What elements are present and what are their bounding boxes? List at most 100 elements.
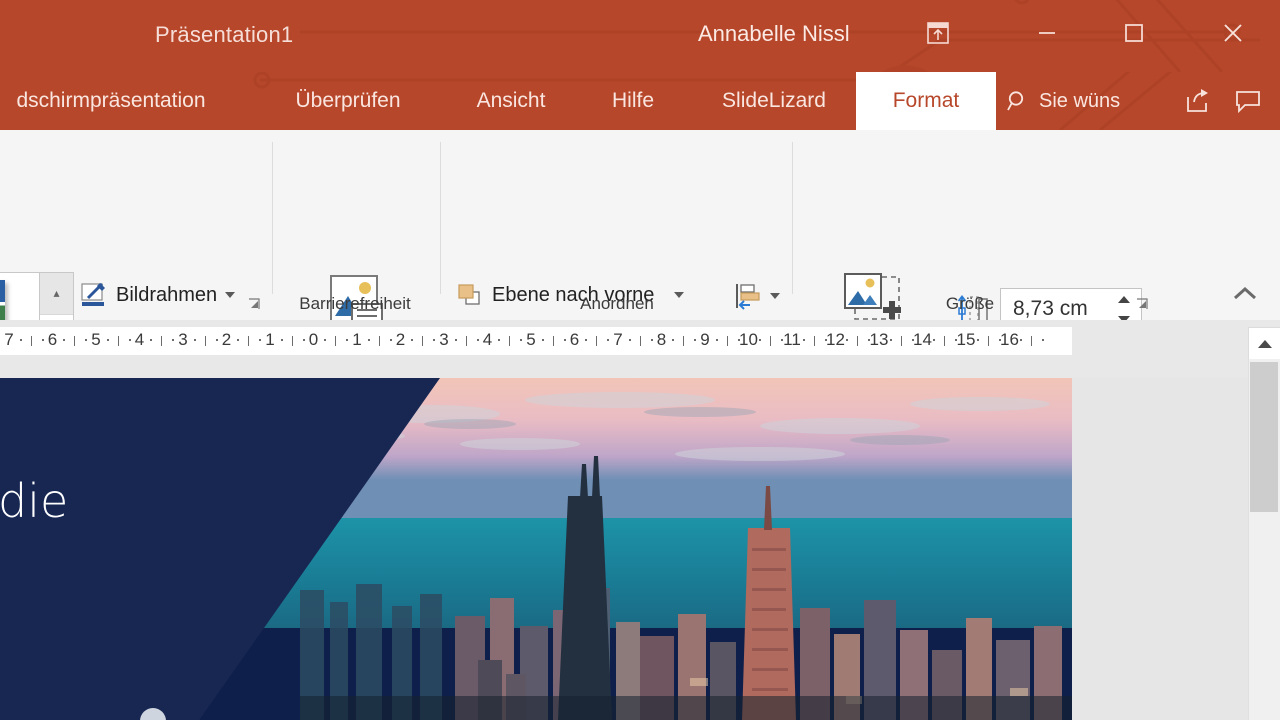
ruler-major-tick <box>422 336 424 346</box>
ruler-minor-tick <box>302 339 305 341</box>
ruler-minor-tick <box>694 339 697 341</box>
ruler-minor-tick <box>802 339 805 341</box>
chevron-down-icon[interactable] <box>225 292 236 298</box>
ruler-minor-tick <box>628 339 631 341</box>
ruler-tick-label: 16 <box>1000 330 1019 349</box>
ruler-minor-tick <box>85 339 88 341</box>
ruler-minor-tick <box>454 339 457 341</box>
ruler-tick-label: 9 <box>700 330 710 349</box>
ruler-minor-tick <box>1042 339 1045 341</box>
ruler-major-tick <box>117 336 119 346</box>
ruler-minor-tick <box>759 339 762 341</box>
tab-label: Überprüfen <box>295 89 401 112</box>
group-label-groesse: Größe <box>945 294 995 313</box>
ruler-minor-tick <box>715 339 718 341</box>
ruler-tick-label: 5 <box>91 330 101 349</box>
ruler-major-tick <box>378 336 380 346</box>
ruler-minor-tick <box>324 339 327 341</box>
ruler-minor-tick <box>150 339 153 341</box>
ruler-major-tick <box>683 336 685 346</box>
close-icon <box>1224 24 1242 42</box>
tell-me-search-box[interactable]: Sie wüns <box>1006 72 1120 130</box>
ruler-major-tick <box>465 336 467 346</box>
ruler-major-tick <box>987 336 989 346</box>
ruler-minor-tick <box>955 339 958 341</box>
comments-icon <box>1236 91 1260 114</box>
ruler-tick-label: 2 <box>221 330 232 349</box>
ruler-tick-label: 13 <box>869 330 889 349</box>
ruler-tick-label: 3 <box>178 330 188 349</box>
tab-ansicht[interactable]: Ansicht <box>456 72 566 130</box>
ruler-minor-tick <box>19 339 22 341</box>
tab-bildschirmpraesentation[interactable]: dschirmpräsentation <box>0 72 230 130</box>
ruler-minor-tick <box>389 339 392 341</box>
ruler-minor-tick <box>172 339 175 341</box>
tell-me-placeholder: Sie wüns <box>1039 89 1121 112</box>
ribbon-display-icon <box>927 22 949 44</box>
ruler-minor-tick <box>911 339 914 341</box>
ruler-minor-tick <box>650 339 653 341</box>
group-label-barrierefreiheit: Barrierefreiheit <box>299 294 411 313</box>
slide[interactable]: die <box>0 378 1072 720</box>
restore-button[interactable] <box>1109 8 1159 58</box>
ruler-tick-label: 1 <box>352 330 362 349</box>
ruler-major-tick <box>1031 336 1033 346</box>
vertical-scrollbar-thumb[interactable] <box>1250 362 1278 512</box>
chevron-up-icon <box>1233 286 1257 300</box>
ruler-tick-label: 7 <box>613 330 623 349</box>
ruler-minor-tick <box>563 339 566 341</box>
ruler-tick-label: 12 <box>826 330 845 349</box>
restore-icon <box>1125 24 1143 42</box>
document-title: Präsentation1 <box>155 22 294 47</box>
ribbon-tab-strip: dschirmpräsentation Überprüfen Ansicht H… <box>0 72 1280 130</box>
tab-label: Ansicht <box>476 89 546 112</box>
ruler-minor-tick <box>367 339 370 341</box>
ruler-minor-tick <box>433 339 436 341</box>
ruler-minor-tick <box>41 339 44 341</box>
minimize-button[interactable] <box>1022 8 1072 58</box>
ruler-minor-tick <box>128 339 131 341</box>
ruler-tick-label: 11 <box>783 330 801 349</box>
scroll-up-button[interactable] <box>1248 327 1280 361</box>
ruler-major-tick <box>944 336 946 346</box>
ruler-tick-label: 0 <box>308 330 319 349</box>
ruler-minor-tick <box>933 339 936 341</box>
slide-title-text[interactable]: die <box>0 474 68 528</box>
picture-border-button[interactable]: Bildrahmen <box>76 275 239 315</box>
ruler-tick-label: 2 <box>395 330 406 349</box>
tab-format[interactable]: Format <box>856 72 996 130</box>
ruler-major-tick <box>335 336 337 346</box>
ruler-major-tick <box>596 336 598 346</box>
picture-styles-dialog-launcher[interactable] <box>246 296 262 312</box>
spinner-up-icon[interactable] <box>1118 295 1130 303</box>
horizontal-ruler[interactable]: 7 6 5 4 3 2 1 0 1 2 3 4 5 6 7 8 9 10 11 12 13 14 15 16 <box>0 327 1072 355</box>
tab-ueberpruefen[interactable]: Überprüfen <box>272 72 424 130</box>
group-label-anordnen: Anordnen <box>580 294 654 313</box>
collapse-ribbon-button[interactable] <box>1232 285 1258 308</box>
ruler-minor-tick <box>280 339 283 341</box>
tab-slidelizard[interactable]: SlideLizard <box>700 72 848 130</box>
dialog-launcher-icon <box>1137 298 1148 309</box>
ruler-tick-label: 14 <box>913 330 932 349</box>
ruler-minor-tick <box>607 339 610 341</box>
ruler-minor-tick <box>846 339 849 341</box>
ruler-major-tick <box>509 336 511 346</box>
ruler-minor-tick <box>520 339 523 341</box>
ribbon-display-options-button[interactable] <box>913 8 963 58</box>
close-button[interactable] <box>1208 8 1258 58</box>
ruler-minor-tick <box>868 339 871 341</box>
tab-label: Format <box>892 89 960 112</box>
ruler-tick-label: 4 <box>134 330 145 349</box>
ruler-minor-tick <box>476 339 479 341</box>
ruler-minor-tick <box>193 339 196 341</box>
ruler-major-tick <box>900 336 902 346</box>
size-dialog-launcher[interactable] <box>1134 296 1150 312</box>
ruler-tick-label: 6 <box>569 330 580 349</box>
powerpoint-window: Präsentation1 Annabelle Nissl dschirmprä… <box>0 0 1280 720</box>
comments-button[interactable] <box>1228 72 1268 130</box>
tab-hilfe[interactable]: Hilfe <box>596 72 670 130</box>
title-bar: Präsentation1 Annabelle Nissl <box>0 0 1280 72</box>
share-button[interactable] <box>1178 72 1218 130</box>
ruler-tick-label: 1 <box>265 330 275 349</box>
gallery-scroll-up-button[interactable]: ▴ <box>40 273 73 315</box>
